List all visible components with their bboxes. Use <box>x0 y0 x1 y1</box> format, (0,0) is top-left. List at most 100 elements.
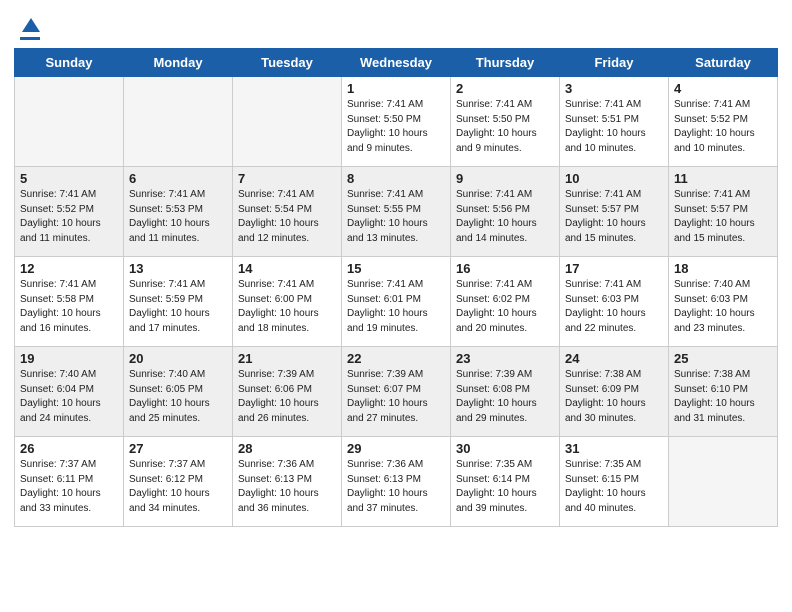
day-number: 6 <box>129 171 227 186</box>
calendar-cell: 28 Sunrise: 7:36 AM Sunset: 6:13 PM Dayli… <box>233 437 342 527</box>
calendar-cell: 19Sunrise: 7:40 AM Sunset: 6:04 PM Dayli… <box>15 347 124 437</box>
day-number: 10 <box>565 171 663 186</box>
calendar-cell: 31 Sunrise: 7:35 AM Sunset: 6:15 PM Dayli… <box>560 437 669 527</box>
day-number: 9 <box>456 171 554 186</box>
calendar-cell: 10 Sunrise: 7:41 AM Sunset: 5:57 PM Dayli… <box>560 167 669 257</box>
calendar-cell: 15 Sunrise: 7:41 AM Sunset: 6:01 PM Dayli… <box>342 257 451 347</box>
calendar-cell: 3 Sunrise: 7:41 AM Sunset: 5:51 PM Daylig… <box>560 77 669 167</box>
day-number: 5 <box>20 171 118 186</box>
calendar-cell <box>669 437 778 527</box>
calendar-cell: 13 Sunrise: 7:41 AM Sunset: 5:59 PM Dayli… <box>124 257 233 347</box>
day-number: 1 <box>347 81 445 96</box>
day-number: 14 <box>238 261 336 276</box>
day-details: Sunrise: 7:35 AM Sunset: 6:15 PM Dayligh… <box>565 458 663 516</box>
logo-underline <box>20 37 40 40</box>
day-details: Sunrise: 7:36 AM Sunset: 6:13 PM Dayligh… <box>238 458 336 516</box>
day-number: 24 <box>565 351 663 366</box>
day-details: Sunrise: 7:41 AM Sunset: 5:52 PM Dayligh… <box>20 188 118 246</box>
day-number: 27 <box>129 441 227 456</box>
day-number: 19 <box>20 351 118 366</box>
calendar-cell: 6 Sunrise: 7:41 AM Sunset: 5:53 PM Daylig… <box>124 167 233 257</box>
day-details: Sunrise: 7:40 AM Sunset: 6:05 PM Dayligh… <box>129 368 227 426</box>
day-details: Sunrise: 7:41 AM Sunset: 5:51 PM Dayligh… <box>565 98 663 156</box>
day-number: 4 <box>674 81 772 96</box>
day-details: Sunrise: 7:41 AM Sunset: 6:01 PM Dayligh… <box>347 278 445 336</box>
day-details: Sunrise: 7:39 AM Sunset: 6:06 PM Dayligh… <box>238 368 336 426</box>
day-number: 30 <box>456 441 554 456</box>
day-number: 23 <box>456 351 554 366</box>
day-header-thursday: Thursday <box>451 49 560 77</box>
day-number: 26 <box>20 441 118 456</box>
calendar-cell: 30 Sunrise: 7:35 AM Sunset: 6:14 PM Dayli… <box>451 437 560 527</box>
day-details: Sunrise: 7:41 AM Sunset: 5:59 PM Dayligh… <box>129 278 227 336</box>
day-number: 31 <box>565 441 663 456</box>
day-details: Sunrise: 7:41 AM Sunset: 5:56 PM Dayligh… <box>456 188 554 246</box>
day-details: Sunrise: 7:37 AM Sunset: 6:11 PM Dayligh… <box>20 458 118 516</box>
day-details: Sunrise: 7:37 AM Sunset: 6:12 PM Dayligh… <box>129 458 227 516</box>
calendar-header-row: SundayMondayTuesdayWednesdayThursdayFrid… <box>15 49 778 77</box>
day-header-friday: Friday <box>560 49 669 77</box>
calendar-cell: 23 Sunrise: 7:39 AM Sunset: 6:08 PM Dayli… <box>451 347 560 437</box>
day-number: 2 <box>456 81 554 96</box>
day-number: 18 <box>674 261 772 276</box>
day-number: 25 <box>674 351 772 366</box>
calendar-cell <box>15 77 124 167</box>
calendar-cell: 8 Sunrise: 7:41 AM Sunset: 5:55 PM Daylig… <box>342 167 451 257</box>
calendar-cell: 2 Sunrise: 7:41 AM Sunset: 5:50 PM Daylig… <box>451 77 560 167</box>
day-details: Sunrise: 7:39 AM Sunset: 6:08 PM Dayligh… <box>456 368 554 426</box>
day-header-saturday: Saturday <box>669 49 778 77</box>
day-details: Sunrise: 7:38 AM Sunset: 6:09 PM Dayligh… <box>565 368 663 426</box>
calendar-cell: 21 Sunrise: 7:39 AM Sunset: 6:06 PM Dayli… <box>233 347 342 437</box>
calendar-cell: 9 Sunrise: 7:41 AM Sunset: 5:56 PM Daylig… <box>451 167 560 257</box>
day-number: 28 <box>238 441 336 456</box>
week-row-5: 26 Sunrise: 7:37 AM Sunset: 6:11 PM Dayli… <box>15 437 778 527</box>
day-number: 3 <box>565 81 663 96</box>
calendar-cell <box>124 77 233 167</box>
calendar-cell: 25 Sunrise: 7:38 AM Sunset: 6:10 PM Dayli… <box>669 347 778 437</box>
day-details: Sunrise: 7:36 AM Sunset: 6:13 PM Dayligh… <box>347 458 445 516</box>
day-details: Sunrise: 7:41 AM Sunset: 5:55 PM Dayligh… <box>347 188 445 246</box>
calendar-cell: 29 Sunrise: 7:36 AM Sunset: 6:13 PM Dayli… <box>342 437 451 527</box>
day-header-wednesday: Wednesday <box>342 49 451 77</box>
calendar-cell: 16 Sunrise: 7:41 AM Sunset: 6:02 PM Dayli… <box>451 257 560 347</box>
day-details: Sunrise: 7:38 AM Sunset: 6:10 PM Dayligh… <box>674 368 772 426</box>
day-number: 8 <box>347 171 445 186</box>
day-details: Sunrise: 7:41 AM Sunset: 6:02 PM Dayligh… <box>456 278 554 336</box>
day-details: Sunrise: 7:41 AM Sunset: 5:57 PM Dayligh… <box>565 188 663 246</box>
day-details: Sunrise: 7:40 AM Sunset: 6:03 PM Dayligh… <box>674 278 772 336</box>
day-details: Sunrise: 7:41 AM Sunset: 5:57 PM Dayligh… <box>674 188 772 246</box>
calendar-cell: 11 Sunrise: 7:41 AM Sunset: 5:57 PM Dayli… <box>669 167 778 257</box>
calendar-cell: 17Sunrise: 7:41 AM Sunset: 6:03 PM Dayli… <box>560 257 669 347</box>
day-details: Sunrise: 7:39 AM Sunset: 6:07 PM Dayligh… <box>347 368 445 426</box>
calendar-table: SundayMondayTuesdayWednesdayThursdayFrid… <box>14 48 778 527</box>
calendar-cell: 12Sunrise: 7:41 AM Sunset: 5:58 PM Dayli… <box>15 257 124 347</box>
day-number: 13 <box>129 261 227 276</box>
calendar-cell: 20 Sunrise: 7:40 AM Sunset: 6:05 PM Dayli… <box>124 347 233 437</box>
calendar-cell: 26 Sunrise: 7:37 AM Sunset: 6:11 PM Dayli… <box>15 437 124 527</box>
day-details: Sunrise: 7:41 AM Sunset: 5:54 PM Dayligh… <box>238 188 336 246</box>
day-details: Sunrise: 7:41 AM Sunset: 5:50 PM Dayligh… <box>456 98 554 156</box>
day-number: 7 <box>238 171 336 186</box>
day-number: 15 <box>347 261 445 276</box>
calendar-cell: 5 Sunrise: 7:41 AM Sunset: 5:52 PM Daylig… <box>15 167 124 257</box>
week-row-4: 19Sunrise: 7:40 AM Sunset: 6:04 PM Dayli… <box>15 347 778 437</box>
page-header <box>0 0 792 48</box>
day-number: 29 <box>347 441 445 456</box>
day-number: 16 <box>456 261 554 276</box>
day-header-tuesday: Tuesday <box>233 49 342 77</box>
day-number: 21 <box>238 351 336 366</box>
calendar-wrapper: SundayMondayTuesdayWednesdayThursdayFrid… <box>0 48 792 541</box>
week-row-1: 1 Sunrise: 7:41 AM Sunset: 5:50 PM Daylig… <box>15 77 778 167</box>
day-number: 20 <box>129 351 227 366</box>
logo-icon <box>22 16 40 34</box>
day-details: Sunrise: 7:35 AM Sunset: 6:14 PM Dayligh… <box>456 458 554 516</box>
day-number: 11 <box>674 171 772 186</box>
week-row-3: 12Sunrise: 7:41 AM Sunset: 5:58 PM Dayli… <box>15 257 778 347</box>
day-details: Sunrise: 7:41 AM Sunset: 6:00 PM Dayligh… <box>238 278 336 336</box>
day-details: Sunrise: 7:41 AM Sunset: 5:53 PM Dayligh… <box>129 188 227 246</box>
calendar-cell: 24 Sunrise: 7:38 AM Sunset: 6:09 PM Dayli… <box>560 347 669 437</box>
logo <box>20 16 40 40</box>
day-details: Sunrise: 7:41 AM Sunset: 5:52 PM Dayligh… <box>674 98 772 156</box>
day-number: 12 <box>20 261 118 276</box>
calendar-cell: 18 Sunrise: 7:40 AM Sunset: 6:03 PM Dayli… <box>669 257 778 347</box>
